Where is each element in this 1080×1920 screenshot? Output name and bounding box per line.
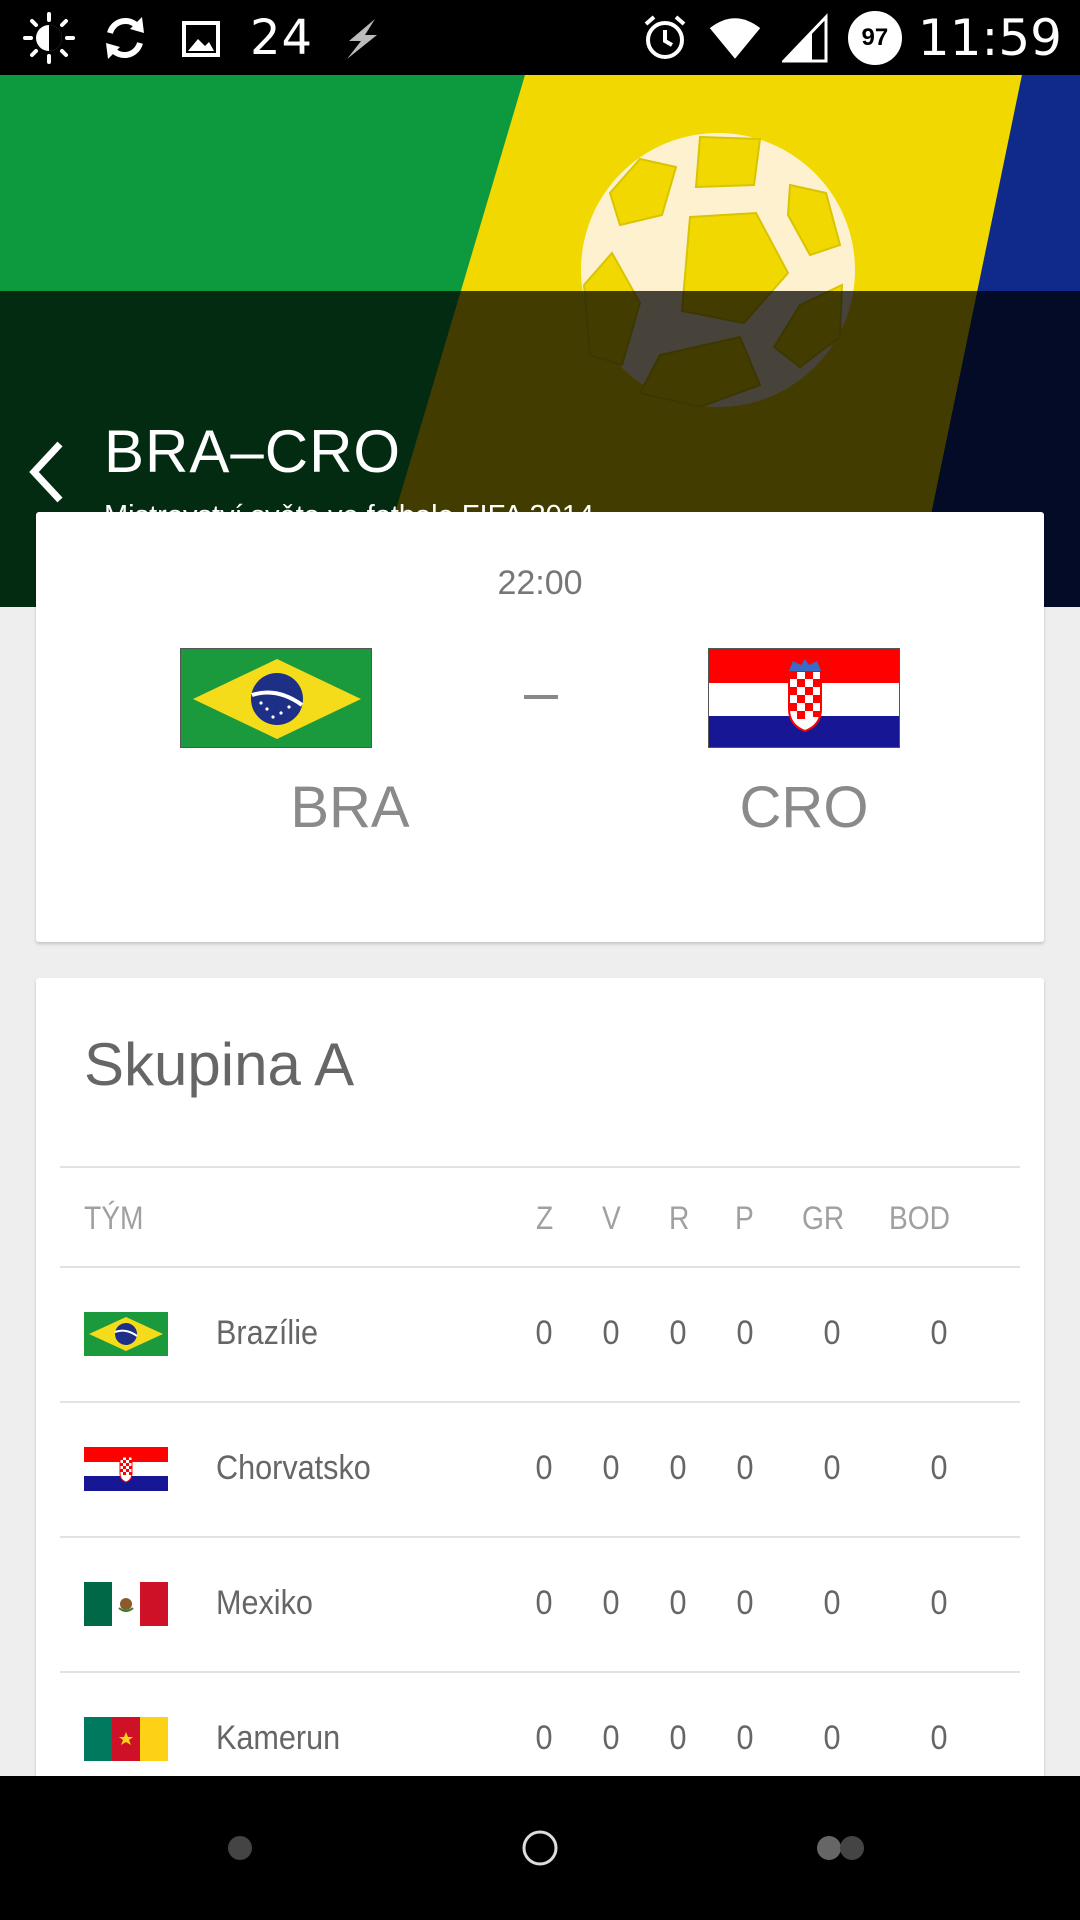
col-header-z: Z [536, 1200, 554, 1236]
cell-r: 0 [669, 1449, 687, 1487]
team-name: Mexiko [216, 1584, 313, 1622]
battery-icon: 97 [847, 11, 902, 65]
page-title: BRA–CRO [104, 418, 402, 485]
cell-v: 0 [602, 1449, 620, 1487]
col-header-r: R [669, 1200, 690, 1236]
cell-v: 0 [602, 1314, 620, 1352]
cell-p: 0 [736, 1449, 754, 1487]
chevron-left-icon [29, 441, 63, 503]
screen: 24 97 11:59 BRA–CRO 22:00 BRA CRO Skupin… [0, 0, 1080, 1920]
image-icon [174, 11, 228, 65]
croatia-flag-icon [708, 648, 900, 748]
team-name: Kamerun [216, 1719, 341, 1757]
alarm-icon [638, 11, 692, 65]
cameroon-flag-icon [84, 1717, 168, 1761]
match-time: 22:00 [497, 564, 583, 602]
table-row[interactable]: Chorvatsko 0 0 0 0 0 0 [36, 1403, 1044, 1537]
navigation-bar [0, 1776, 1080, 1920]
recents-nav-button[interactable] [760, 1776, 920, 1920]
nav-home-icon [522, 1830, 558, 1866]
col-header-bod: BOD [889, 1200, 951, 1236]
signal-icon [778, 11, 832, 65]
table-row[interactable]: Brazílie 0 0 0 0 0 0 [36, 1268, 1044, 1402]
cell-bod: 0 [930, 1449, 948, 1487]
status-right: 97 11:59 [638, 8, 1062, 68]
cell-gr: 0 [823, 1719, 841, 1757]
brightness-icon [22, 11, 76, 65]
croatia-flag-icon [84, 1447, 168, 1491]
cell-p: 0 [736, 1584, 754, 1622]
brazil-flag-icon [180, 648, 372, 748]
cell-r: 0 [669, 1314, 687, 1352]
sync-icon [98, 11, 152, 65]
back-nav-button[interactable] [160, 1776, 320, 1920]
brazil-flag-icon [84, 1312, 168, 1356]
cell-p: 0 [736, 1314, 754, 1352]
flash-icon [335, 11, 389, 65]
cell-z: 0 [535, 1314, 553, 1352]
nav-recents-icon [817, 1836, 864, 1860]
battery-level: 97 [861, 24, 889, 51]
nav-back-icon [228, 1836, 252, 1860]
cell-z: 0 [535, 1584, 553, 1622]
col-header-gr: GR [802, 1200, 845, 1236]
cell-bod: 0 [930, 1584, 948, 1622]
cell-z: 0 [535, 1719, 553, 1757]
col-header-v: V [602, 1200, 621, 1236]
wifi-icon [708, 11, 762, 65]
clock: 11:59 [917, 9, 1062, 67]
cell-bod: 0 [930, 1314, 948, 1352]
divider [60, 1166, 1020, 1168]
away-team-code: CRO [739, 775, 869, 840]
team-name: Brazílie [216, 1314, 319, 1352]
cell-r: 0 [669, 1719, 687, 1757]
team-name: Chorvatsko [216, 1449, 371, 1487]
status-bar: 24 97 11:59 [0, 0, 1080, 75]
cell-r: 0 [669, 1584, 687, 1622]
cell-p: 0 [736, 1719, 754, 1757]
cell-gr: 0 [823, 1584, 841, 1622]
match-card[interactable]: 22:00 BRA CRO [36, 512, 1044, 942]
cell-z: 0 [535, 1449, 553, 1487]
back-button[interactable] [26, 440, 86, 520]
cell-bod: 0 [930, 1719, 948, 1757]
cell-v: 0 [602, 1719, 620, 1757]
home-nav-button[interactable] [460, 1776, 620, 1920]
group-title: Skupina A [84, 1031, 355, 1098]
score-separator [524, 695, 558, 699]
mexico-flag-icon [84, 1582, 168, 1626]
cell-v: 0 [602, 1584, 620, 1622]
cell-gr: 0 [823, 1449, 841, 1487]
col-header-team: TÝM [84, 1200, 144, 1236]
col-header-p: P [735, 1200, 754, 1236]
status-left: 24 [22, 8, 389, 68]
home-team-code: BRA [290, 775, 410, 840]
cell-gr: 0 [823, 1314, 841, 1352]
notification-count: 24 [250, 10, 314, 66]
table-row[interactable]: Mexiko 0 0 0 0 0 0 [36, 1538, 1044, 1672]
